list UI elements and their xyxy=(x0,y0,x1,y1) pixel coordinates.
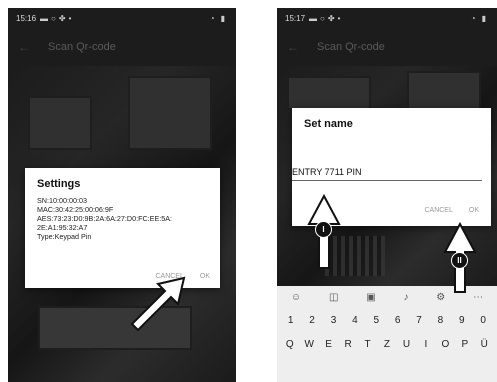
back-arrow-icon[interactable]: ← xyxy=(287,40,299,54)
key[interactable]: 0 xyxy=(474,315,492,326)
key[interactable]: Ü xyxy=(475,339,493,350)
toolbar-title: Scan Qr-code xyxy=(317,41,385,53)
keyboard: ☺ ◫ ▣ ♪ ⚙ ⋯ 1 2 3 4 5 6 7 8 9 0 Q W E R … xyxy=(277,286,497,382)
key[interactable]: R xyxy=(339,339,357,350)
key[interactable]: Q xyxy=(281,339,299,350)
serial-number: SN:10:00:00:03 xyxy=(37,196,87,205)
key[interactable]: 6 xyxy=(389,315,407,326)
key[interactable]: T xyxy=(359,339,377,350)
app-toolbar: ← Scan Qr-code xyxy=(8,28,236,66)
app-icon: ✤ xyxy=(327,13,335,23)
pointer-arrow-icon xyxy=(130,276,186,332)
cancel-button[interactable]: CANCEL xyxy=(424,207,452,214)
name-input[interactable] xyxy=(292,164,482,181)
app-toolbar: ← Scan Qr-code xyxy=(277,28,497,66)
phone-screen-set-name: 15:17 ▬ ○ ✤ • ◔ ▮ ← Scan Qr-code Set nam… xyxy=(277,8,497,382)
aes-key: AES:73:23:D0:9B:2A:6A:27:D0:FC:EE:5A: xyxy=(37,214,173,223)
key[interactable]: 9 xyxy=(453,315,471,326)
gif-icon[interactable]: ▣ xyxy=(366,292,375,303)
circle-icon: ○ xyxy=(320,13,325,23)
dot-icon: • xyxy=(68,13,72,23)
letter-row: Q W E R T Z U I O P Ü xyxy=(277,332,497,356)
emoji-icon[interactable]: ☺ xyxy=(291,292,301,303)
device-info: SN:10:00:00:03 MAC:30:42:25:00:06:9F AES… xyxy=(37,196,208,241)
ok-button[interactable]: OK xyxy=(200,273,210,280)
key[interactable]: 1 xyxy=(282,315,300,326)
battery-icon: ▮ xyxy=(220,13,225,23)
message-icon: ▬ xyxy=(40,13,49,23)
status-time: 15:16 xyxy=(16,13,37,23)
number-row: 1 2 3 4 5 6 7 8 9 0 xyxy=(277,308,497,332)
sticker-icon[interactable]: ◫ xyxy=(329,292,338,303)
status-bar: 15:16 ▬ ○ ✤ • ◔ ▮ xyxy=(8,8,236,28)
key[interactable]: E xyxy=(320,339,338,350)
mic-icon[interactable]: ♪ xyxy=(403,292,408,303)
key[interactable]: P xyxy=(456,339,474,350)
key[interactable]: 4 xyxy=(346,315,364,326)
device-type: Type:Keypad Pin xyxy=(37,232,92,241)
wifi-icon: ◔ xyxy=(209,13,215,23)
key[interactable]: 2 xyxy=(303,315,321,326)
battery-icon: ▮ xyxy=(481,13,486,23)
key[interactable]: 3 xyxy=(324,315,342,326)
dot-icon: • xyxy=(337,13,341,23)
key[interactable]: O xyxy=(436,339,454,350)
callout-one: I xyxy=(315,221,332,238)
key[interactable]: W xyxy=(300,339,318,350)
aes-key-continued: 2E:A1:95:32:A7 xyxy=(37,223,88,232)
key[interactable]: I xyxy=(417,339,435,350)
key[interactable]: Z xyxy=(378,339,396,350)
key[interactable]: 7 xyxy=(410,315,428,326)
wifi-icon: ◔ xyxy=(470,13,476,23)
mac-address: MAC:30:42:25:00:06:9F xyxy=(37,205,114,214)
ok-button[interactable]: OK xyxy=(469,207,479,214)
back-arrow-icon[interactable]: ← xyxy=(18,40,30,54)
message-icon: ▬ xyxy=(309,13,318,23)
key[interactable]: 8 xyxy=(431,315,449,326)
dialog-title: Set name xyxy=(304,118,353,130)
app-icon: ✤ xyxy=(58,13,66,23)
status-time: 15:17 xyxy=(285,13,306,23)
key[interactable]: 5 xyxy=(367,315,385,326)
dialog-title: Settings xyxy=(37,178,81,190)
circle-icon: ○ xyxy=(51,13,56,23)
callout-two: II xyxy=(451,252,468,269)
toolbar-title: Scan Qr-code xyxy=(48,41,116,53)
status-bar: 15:17 ▬ ○ ✤ • ◔ ▮ xyxy=(277,8,497,28)
settings-dialog: Settings SN:10:00:00:03 MAC:30:42:25:00:… xyxy=(25,168,220,288)
key[interactable]: U xyxy=(397,339,415,350)
partial-row xyxy=(277,356,497,376)
phone-screen-settings: 15:16 ▬ ○ ✤ • ◔ ▮ ← Scan Qr-code Setting… xyxy=(8,8,236,382)
